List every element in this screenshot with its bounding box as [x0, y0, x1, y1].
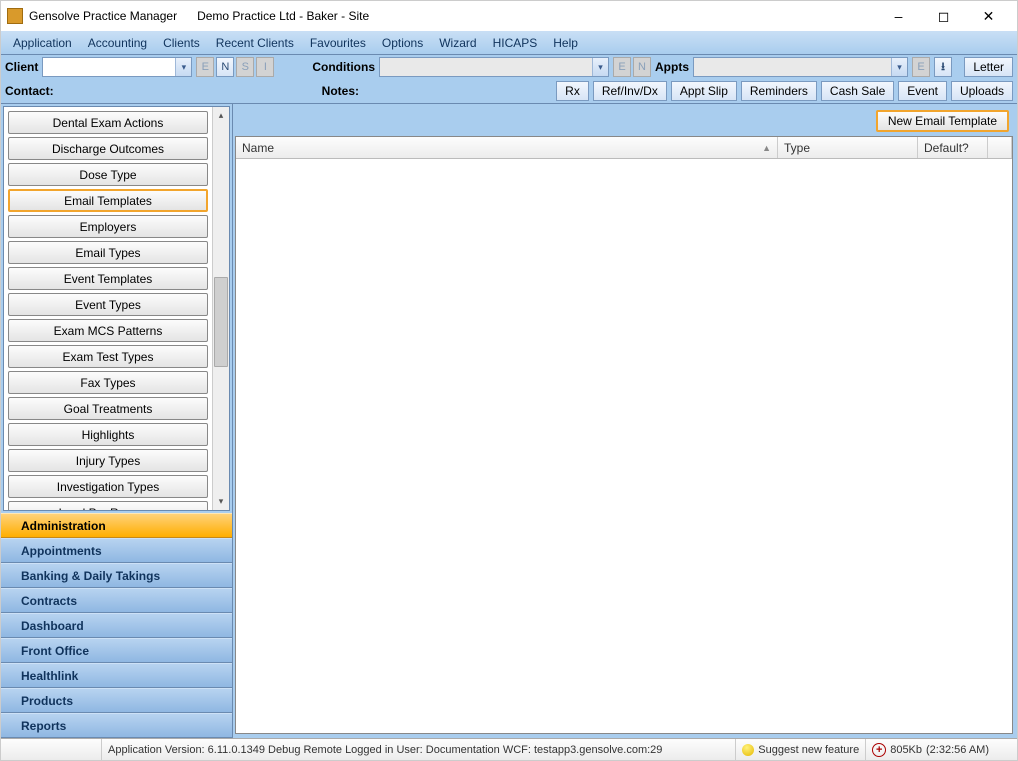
menu-favourites[interactable]: Favourites [304, 34, 372, 52]
download-button[interactable]: ⭳ [934, 57, 952, 77]
admin-item-event-templates[interactable]: Event Templates [8, 267, 208, 290]
minimize-button[interactable]: – [876, 1, 921, 31]
appt-e-button[interactable]: E [912, 57, 930, 77]
nav-administration[interactable]: Administration [1, 513, 232, 538]
tiny2-btn-e[interactable]: E [613, 57, 631, 77]
col-default[interactable]: Default? [918, 137, 988, 158]
admin-item-investigation-types[interactable]: Investigation Types [8, 475, 208, 498]
tiny1-btn-i[interactable]: I [256, 57, 274, 77]
tiny1-btn-s[interactable]: S [236, 57, 254, 77]
main-area: Dental Exam Actions Discharge Outcomes Dos… [1, 104, 1017, 738]
letter-button[interactable]: Letter [964, 57, 1013, 77]
tiny2-btn-n[interactable]: N [633, 57, 651, 77]
nav-appointments[interactable]: Appointments [1, 538, 232, 563]
admin-item-exam-mcs-patterns[interactable]: Exam MCS Patterns [8, 319, 208, 342]
action-event[interactable]: Event [898, 81, 947, 101]
suggest-feature-button[interactable]: Suggest new feature [736, 739, 866, 760]
toolbar: Client ▾ ENSI Conditions ▾ EN Appts ▾ E … [1, 55, 1017, 104]
nav-sections: AdministrationAppointmentsBanking & Dail… [1, 513, 232, 738]
notes-label: Notes: [322, 84, 359, 98]
admin-item-exam-test-types[interactable]: Exam Test Types [8, 345, 208, 368]
close-button[interactable]: ✕ [966, 1, 1011, 31]
sort-asc-icon: ▲ [762, 143, 771, 153]
admin-item-event-types[interactable]: Event Types [8, 293, 208, 316]
appts-combo[interactable]: ▾ [693, 57, 908, 77]
admin-item-dose-type[interactable]: Dose Type [8, 163, 208, 186]
app-context: Demo Practice Ltd - Baker - Site [197, 9, 369, 23]
action-appt-slip[interactable]: Appt Slip [671, 81, 737, 101]
menu-clients[interactable]: Clients [157, 34, 206, 52]
conditions-label: Conditions [312, 60, 375, 74]
action-reminders[interactable]: Reminders [741, 81, 817, 101]
title-bar: Gensolve Practice Manager Demo Practice … [1, 1, 1017, 31]
menu-wizard[interactable]: Wizard [433, 34, 482, 52]
action-rx[interactable]: Rx [556, 81, 589, 101]
record-icon: + [872, 743, 886, 757]
nav-products[interactable]: Products [1, 688, 232, 713]
maximize-button[interactable]: ◻ [921, 1, 966, 31]
client-label: Client [5, 60, 38, 74]
admin-item-email-types[interactable]: Email Types [8, 241, 208, 264]
menu-hicaps[interactable]: HICAPS [487, 34, 544, 52]
admin-item-dental-exam-actions[interactable]: Dental Exam Actions [8, 111, 208, 134]
app-title: Gensolve Practice Manager [29, 9, 177, 23]
new-email-template-button[interactable]: New Email Template [876, 110, 1009, 132]
appts-label: Appts [655, 60, 689, 74]
col-name[interactable]: Name ▲ [236, 137, 778, 158]
status-version: Application Version: 6.11.0.1349 Debug R… [101, 739, 736, 760]
menu-help[interactable]: Help [547, 34, 584, 52]
tiny1-btn-e[interactable]: E [196, 57, 214, 77]
nav-front-office[interactable]: Front Office [1, 638, 232, 663]
scroll-up-icon[interactable]: ▴ [213, 107, 229, 124]
grid-body [236, 159, 1012, 733]
nav-dashboard[interactable]: Dashboard [1, 613, 232, 638]
scrollbar[interactable]: ▴ ▾ [212, 107, 229, 510]
conditions-combo[interactable]: ▾ [379, 57, 609, 77]
nav-reports[interactable]: Reports [1, 713, 232, 738]
grid: Name ▲ Type Default? [235, 136, 1013, 734]
grid-header: Name ▲ Type Default? [236, 137, 1012, 159]
tiny1-btn-n[interactable]: N [216, 57, 234, 77]
admin-item-injury-types[interactable]: Injury Types [8, 449, 208, 472]
menu-recent-clients[interactable]: Recent Clients [210, 34, 300, 52]
app-icon [7, 8, 23, 24]
status-bar: Application Version: 6.11.0.1349 Debug R… [1, 738, 1017, 760]
left-panel: Dental Exam Actions Discharge Outcomes Dos… [1, 104, 233, 738]
col-type[interactable]: Type [778, 137, 918, 158]
action-cash-sale[interactable]: Cash Sale [821, 81, 894, 101]
admin-item-highlights[interactable]: Highlights [8, 423, 208, 446]
admin-item-goal-treatments[interactable]: Goal Treatments [8, 397, 208, 420]
right-panel: New Email Template Name ▲ Type Default? [235, 106, 1013, 734]
scroll-thumb[interactable] [214, 277, 228, 367]
nav-banking-daily-takings[interactable]: Banking & Daily Takings [1, 563, 232, 588]
contact-label: Contact: [5, 84, 54, 98]
admin-item-lead-prv-reasons[interactable]: Lead Prv Reasons [8, 501, 208, 510]
client-combo[interactable]: ▾ [42, 57, 192, 77]
menu-options[interactable]: Options [376, 34, 429, 52]
admin-item-list: Dental Exam Actions Discharge Outcomes Dos… [4, 107, 212, 510]
nav-healthlink[interactable]: Healthlink [1, 663, 232, 688]
status-memory: + 805Kb (2:32:56 AM) [866, 739, 995, 760]
admin-item-fax-types[interactable]: Fax Types [8, 371, 208, 394]
scroll-down-icon[interactable]: ▾ [213, 493, 229, 510]
nav-contracts[interactable]: Contracts [1, 588, 232, 613]
col-spacer [988, 137, 1012, 158]
admin-item-discharge-outcomes[interactable]: Discharge Outcomes [8, 137, 208, 160]
action-ref-inv-dx[interactable]: Ref/Inv/Dx [593, 81, 667, 101]
admin-item-email-templates[interactable]: Email Templates [8, 189, 208, 212]
lightbulb-icon [742, 744, 754, 756]
admin-item-employers[interactable]: Employers [8, 215, 208, 238]
menu-accounting[interactable]: Accounting [82, 34, 153, 52]
action-uploads[interactable]: Uploads [951, 81, 1013, 101]
menu-application[interactable]: Application [7, 34, 78, 52]
menu-bar: ApplicationAccountingClientsRecent Clien… [1, 31, 1017, 55]
